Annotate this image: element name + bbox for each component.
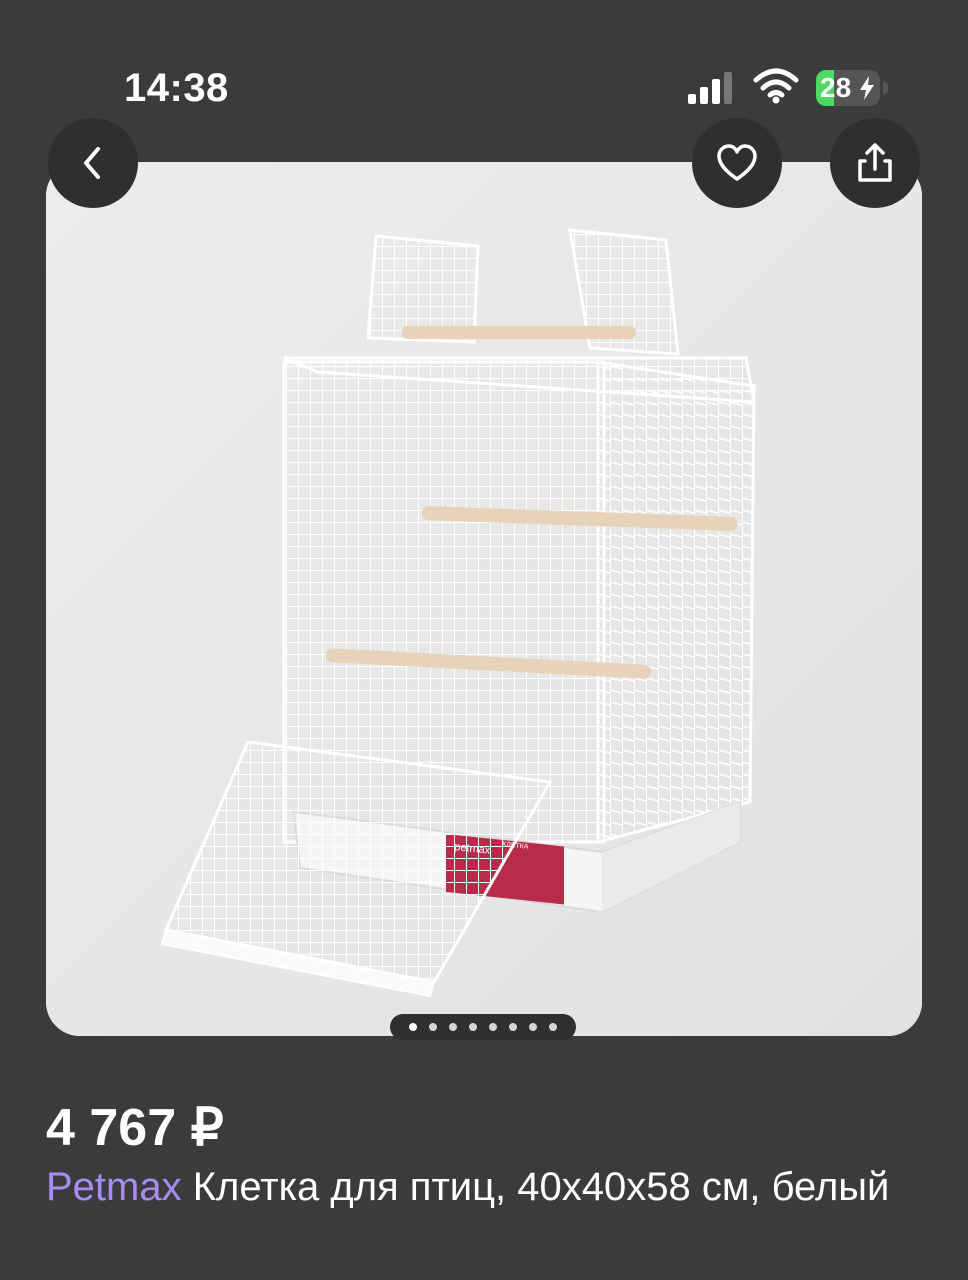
pagination-dot[interactable] (529, 1023, 537, 1031)
product-image: petmax КЛЕТКА (46, 162, 922, 1036)
gallery-pagination (390, 1014, 576, 1040)
favorite-button[interactable] (692, 118, 782, 208)
share-icon (858, 143, 892, 182)
pagination-dot[interactable] (489, 1023, 497, 1031)
pagination-dot[interactable] (509, 1023, 517, 1031)
back-button[interactable] (48, 118, 138, 208)
battery-charging-icon: 28 (816, 70, 892, 108)
share-button[interactable] (830, 118, 920, 208)
wifi-icon (753, 68, 799, 104)
cellular-signal-icon (688, 72, 732, 104)
pagination-dot[interactable] (409, 1023, 417, 1031)
product-price: 4 767 ₽ (46, 1099, 224, 1157)
product-title: Petmax Клетка для птиц, 40x40x58 см, бел… (46, 1162, 926, 1212)
pagination-dot[interactable] (449, 1023, 457, 1031)
heart-icon (717, 144, 757, 181)
pagination-dot[interactable] (469, 1023, 477, 1031)
product-image-gallery[interactable]: petmax КЛЕТКА (46, 162, 922, 1036)
brand-link[interactable]: Petmax (46, 1165, 182, 1209)
pagination-dot[interactable] (549, 1023, 557, 1031)
status-bar: 14:38 28 (0, 0, 968, 140)
pagination-dot[interactable] (429, 1023, 437, 1031)
status-time: 14:38 (124, 66, 229, 110)
battery-level: 28 (820, 72, 852, 103)
product-name: Клетка для птиц, 40x40x58 см, белый (192, 1165, 890, 1209)
chevron-left-icon (84, 147, 100, 179)
